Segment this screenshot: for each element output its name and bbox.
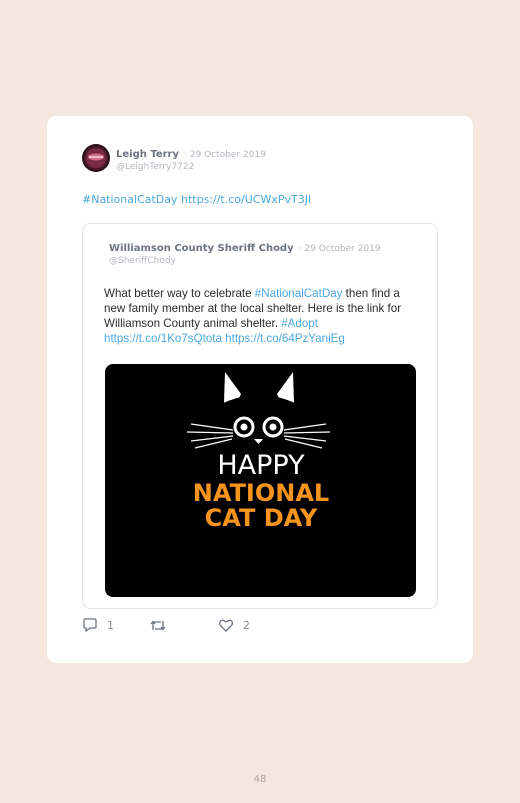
reply-icon xyxy=(83,618,97,633)
quoted-text-part1: What better way to celebrate xyxy=(104,287,255,300)
author-name[interactable]: Leigh Terry xyxy=(116,149,179,160)
tweet-date: · 29 October 2019 xyxy=(184,150,266,160)
link-1[interactable]: https://t.co/1Ko7sQtota xyxy=(104,332,222,345)
tweet-author: Leigh Terry · 29 October 2019 @LeighTerr… xyxy=(116,146,266,173)
author-handle[interactable]: @LeighTerry7722 xyxy=(116,161,266,173)
reply-button[interactable]: 1 xyxy=(82,618,114,633)
heart-icon xyxy=(218,619,234,632)
like-button[interactable]: 2 xyxy=(218,618,250,633)
reply-count: 1 xyxy=(107,619,114,632)
link-2[interactable]: https://t.co/64PzYaniEg xyxy=(225,332,345,345)
quoted-text: What better way to celebrate #NationalCa… xyxy=(104,286,424,346)
quoted-author-name[interactable]: Williamson County Sheriff Chody xyxy=(109,243,294,254)
tweet-actions: 1 2 xyxy=(82,618,282,636)
image-text-national: NATIONAL xyxy=(193,479,329,507)
quoted-tweet[interactable]: Williamson County Sheriff Chody · 29 Oct… xyxy=(82,223,438,609)
image-text-cat-day: CAT DAY xyxy=(205,504,318,532)
retweet-button[interactable] xyxy=(149,618,167,633)
hashtag-adopt[interactable]: #Adopt xyxy=(281,317,318,330)
page-number: 48 xyxy=(253,774,267,785)
cat-day-image[interactable]: HAPPY NATIONAL CAT DAY xyxy=(105,364,416,597)
quoted-author: Williamson County Sheriff Chody · 29 Oct… xyxy=(109,240,381,267)
hashtag-nationalcatday[interactable]: #NationalCatDay xyxy=(255,287,343,300)
retweet-icon xyxy=(150,620,166,631)
quoted-date: · 29 October 2019 xyxy=(298,244,381,254)
like-count: 2 xyxy=(243,619,250,632)
quoted-author-handle[interactable]: @SheriffChody xyxy=(109,255,381,267)
cat-illustration: HAPPY NATIONAL CAT DAY xyxy=(186,372,331,532)
tweet-text[interactable]: #NationalCatDay https://t.co/UCWxPvT3Jl xyxy=(82,193,311,206)
image-text-happy: HAPPY xyxy=(217,450,305,481)
avatar[interactable] xyxy=(82,144,110,172)
tweet-card: Leigh Terry · 29 October 2019 @LeighTerr… xyxy=(47,116,473,663)
